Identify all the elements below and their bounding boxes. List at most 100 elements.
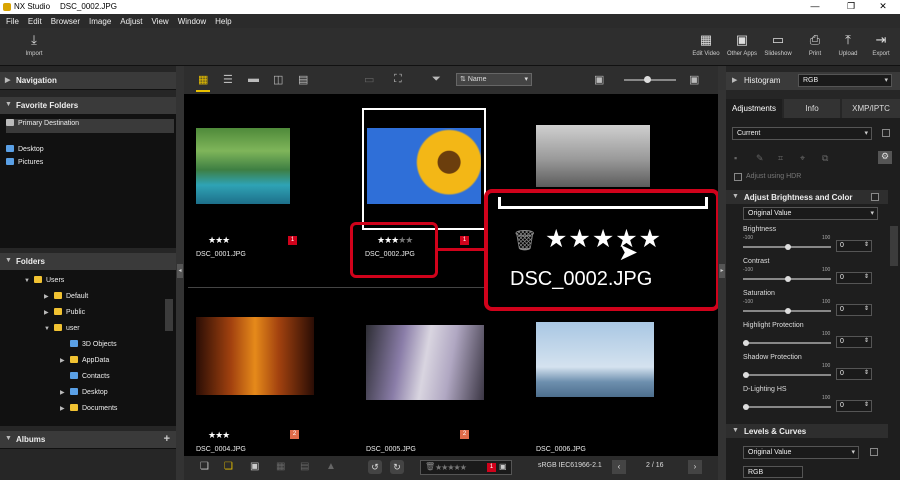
add-album-icon[interactable]: + (164, 433, 170, 445)
right-panel-splitter[interactable]: ▸ (718, 66, 726, 480)
tab-xmp-iptc[interactable]: XMP/IPTC (842, 99, 900, 118)
collapse-right-icon[interactable]: ▸ (719, 264, 725, 278)
left-panel-splitter[interactable]: ◂ (176, 66, 184, 480)
protect-icon[interactable]: ▣ (499, 462, 507, 471)
compare-icon[interactable]: ⧉ (822, 153, 828, 164)
levels-preset-select[interactable]: Original Value ▾ (743, 446, 859, 459)
slider-track[interactable] (743, 244, 831, 250)
slider-value-input[interactable]: 0 ⇕ (836, 272, 872, 284)
spinner-icon[interactable]: ⇕ (864, 305, 869, 312)
favorites-header[interactable]: ▼ Favorite Folders (0, 97, 176, 115)
thumbnail-image-3[interactable] (536, 125, 650, 187)
grid-icon[interactable]: ▦ (276, 461, 285, 472)
slider-track[interactable] (743, 372, 831, 378)
menu-file[interactable]: File (6, 17, 19, 26)
fit-screen-icon[interactable]: ⛶ (394, 73, 402, 86)
other-apps-button[interactable]: ▣ Other Apps (724, 32, 760, 57)
spinner-icon[interactable]: ⇕ (864, 369, 869, 376)
thumbnail-image-5[interactable] (366, 325, 484, 400)
tree-public[interactable]: ▶ Public (44, 308, 85, 322)
thumb-size-icon[interactable]: ▣ (594, 73, 604, 86)
collapse-left-icon[interactable]: ◂ (177, 264, 183, 278)
preset-select[interactable]: Current ▾ (732, 127, 872, 140)
brightness-section-header[interactable]: ▼ Adjust Brightness and Color (726, 190, 888, 204)
color-label[interactable]: 1 (487, 463, 496, 472)
menu-browser[interactable]: Browser (51, 17, 80, 26)
slider-track[interactable] (743, 276, 831, 282)
slider-knob[interactable] (785, 244, 791, 250)
slider-value-input[interactable]: 0 ⇕ (836, 368, 872, 380)
favorite-primary-destination[interactable]: Primary Destination (6, 119, 174, 133)
zoom-rating-stars[interactable]: ★★★★★ (545, 224, 662, 254)
tree-default[interactable]: ▶ Default (44, 292, 88, 306)
adjustments-scrollbar[interactable] (890, 226, 898, 266)
menu-image[interactable]: Image (89, 17, 111, 26)
spinner-icon[interactable]: ⇕ (864, 241, 869, 248)
histogram-icon[interactable]: ▲ (326, 461, 336, 472)
spinner-icon[interactable]: ⇕ (864, 273, 869, 280)
slider-value-input[interactable]: 0 ⇕ (836, 240, 872, 252)
upload-button[interactable]: ⤒ Upload (830, 32, 866, 57)
sort-select[interactable]: ⇅ Name ▾ (456, 73, 532, 86)
prev-image-icon[interactable]: ‹ (612, 460, 626, 474)
brightness-preset-select[interactable]: Original Value ▾ (743, 207, 878, 220)
single-view-icon[interactable]: ▬ (248, 73, 259, 85)
compare-view-icon[interactable]: ◫ (273, 73, 283, 86)
crop-icon[interactable]: ⌖ (800, 153, 805, 164)
maximize-button[interactable]: ❐ (836, 1, 866, 12)
overlay-icon[interactable]: ▤ (300, 461, 309, 472)
map-view-icon[interactable]: ▤ (298, 73, 308, 86)
grid-view-icon[interactable]: ▦ (198, 73, 208, 86)
thumbnail-image-4[interactable] (196, 317, 314, 395)
menu-help[interactable]: Help (215, 17, 231, 26)
label-filter-icon[interactable]: ❏ (224, 461, 233, 472)
large-thumb-icon[interactable]: ▣ (689, 73, 699, 86)
tree-appdata[interactable]: ▶ AppData (60, 356, 109, 370)
slider-track[interactable] (743, 340, 831, 346)
retouch-icon[interactable]: ✎ (756, 153, 764, 164)
trash-icon[interactable]: 🗑 (425, 462, 435, 471)
rotate-left-icon[interactable]: ↺ (368, 460, 382, 474)
histogram-mode-select[interactable]: RGB ▾ (798, 74, 892, 87)
section-checkbox[interactable] (871, 193, 879, 201)
tree-documents[interactable]: ▶ Documents (60, 404, 117, 418)
preset-checkbox[interactable] (882, 129, 890, 137)
close-button[interactable]: ✕ (868, 1, 898, 12)
edit-video-button[interactable]: ▦ Edit Video (688, 32, 724, 57)
frame-icon[interactable]: ▣ (250, 461, 259, 472)
levels-section-header[interactable]: ▼ Levels & Curves (726, 424, 888, 438)
histogram-header[interactable]: ▶ Histogram RGB ▾ (726, 72, 900, 90)
rating-stars[interactable]: ★★★ (208, 430, 230, 441)
display-icon[interactable]: ▭ (364, 73, 374, 86)
thumbnail-image-2[interactable] (367, 128, 481, 204)
favorite-desktop[interactable]: Desktop (6, 145, 44, 159)
tree-users[interactable]: ▼ Users (24, 276, 64, 290)
thumbnail-image-1[interactable] (196, 128, 290, 204)
menu-view[interactable]: View (152, 17, 169, 26)
filter-icon[interactable]: ⏷ (432, 73, 441, 86)
slider-knob[interactable] (785, 276, 791, 282)
albums-header[interactable]: ▼ Albums + (0, 431, 176, 449)
slider-track[interactable] (743, 308, 831, 314)
rotate-right-icon[interactable]: ↻ (390, 460, 404, 474)
print-button[interactable]: ⎙ Print (797, 32, 833, 57)
menu-edit[interactable]: Edit (28, 17, 42, 26)
spinner-icon[interactable]: ⇕ (864, 401, 869, 408)
folders-header[interactable]: ▼ Folders (0, 253, 176, 271)
gear-icon[interactable]: ⚙ (878, 151, 892, 164)
navigation-header[interactable]: ▶ Navigation (0, 72, 176, 90)
thumb-size-knob[interactable] (644, 76, 651, 83)
slider-track[interactable] (743, 404, 831, 410)
slider-knob[interactable] (743, 372, 749, 378)
picture-control-icon[interactable]: ▪ (734, 153, 737, 163)
trash-icon[interactable]: 🗑 (512, 228, 537, 253)
levels-checkbox[interactable] (870, 448, 878, 456)
slider-value-input[interactable]: 0 ⇕ (836, 304, 872, 316)
next-image-icon[interactable]: › (688, 460, 702, 474)
stack-icon[interactable]: ❏ (200, 461, 209, 472)
thumbnail-image-6[interactable] (536, 322, 654, 397)
slider-knob[interactable] (743, 404, 749, 410)
straighten-icon[interactable]: ⌗ (778, 153, 783, 164)
rating-stars-bar[interactable]: ★★★★★ (435, 463, 467, 472)
spinner-icon[interactable]: ⇕ (864, 337, 869, 344)
